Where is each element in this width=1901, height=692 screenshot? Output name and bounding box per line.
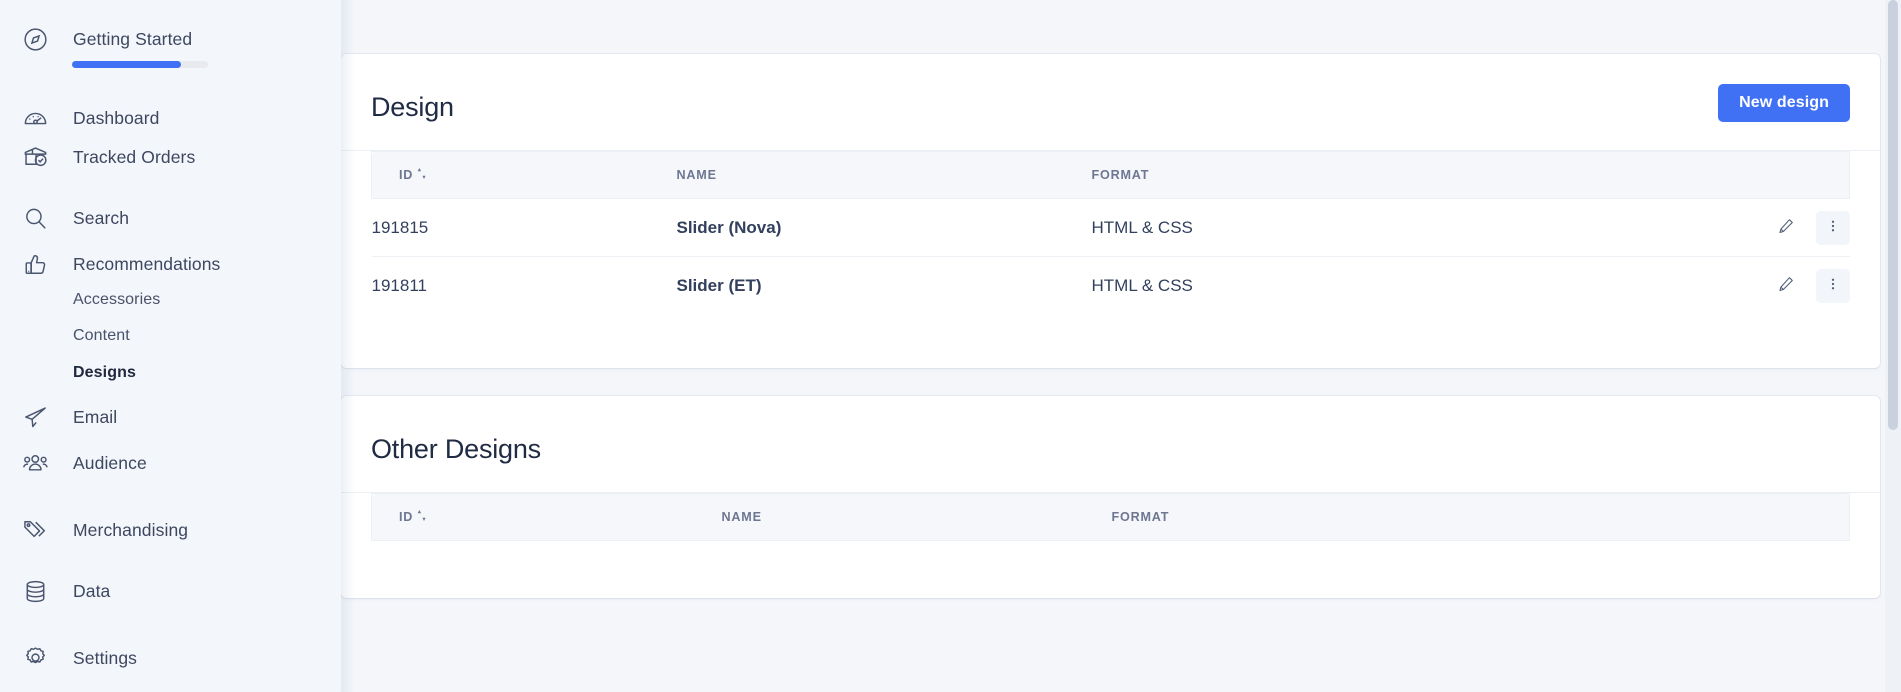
more-options-button[interactable] — [1815, 210, 1850, 245]
table-header-row: ID NAME FORMAT — [371, 493, 1850, 541]
more-options-button[interactable] — [1815, 268, 1850, 303]
sidebar-item-audience[interactable]: Audience — [0, 446, 341, 480]
column-header-name-label: NAME — [721, 510, 762, 524]
sidebar-item-label: Tracked Orders — [73, 146, 196, 167]
sidebar-item-label: Content — [73, 327, 130, 344]
search-icon — [20, 203, 50, 233]
kebab-menu-icon — [1825, 276, 1841, 295]
sidebar-item-tracked-orders[interactable]: Tracked Orders — [0, 140, 341, 174]
sidebar-item-designs[interactable]: Designs — [0, 356, 341, 390]
column-header-actions — [1611, 151, 1850, 199]
package-check-icon — [20, 142, 50, 172]
column-header-id[interactable]: ID — [371, 151, 677, 199]
column-header-format-label: FORMAT — [1111, 510, 1170, 524]
new-design-button[interactable]: New design — [1718, 84, 1850, 122]
sidebar-item-label: Accessories — [73, 291, 161, 308]
column-header-id[interactable]: ID — [371, 493, 722, 541]
column-header-format[interactable]: FORMAT — [1091, 151, 1612, 199]
cell-id: 191811 — [371, 275, 427, 295]
cell-actions — [1612, 257, 1850, 315]
sidebar-item-dashboard[interactable]: Dashboard — [0, 101, 341, 135]
scrollbar-thumb[interactable] — [1888, 0, 1898, 430]
thumbs-up-icon — [20, 249, 50, 279]
main-content: Design New design ID NAME FORMAT 191815 … — [341, 0, 1901, 692]
other-designs-card-header: Other Designs — [341, 396, 1880, 493]
sidebar-item-email[interactable]: Email — [0, 400, 341, 434]
sidebar-item-data[interactable]: Data — [0, 574, 341, 608]
design-table: ID NAME FORMAT 191815 Slider (Nova) HTML… — [371, 151, 1850, 315]
gear-icon — [20, 643, 50, 673]
table-row[interactable]: 191815 Slider (Nova) HTML & CSS — [371, 198, 1850, 257]
sidebar-item-label: Recommendations — [73, 253, 221, 274]
other-designs-title: Other Designs — [371, 434, 541, 464]
page-scrollbar[interactable] — [1885, 0, 1901, 692]
design-table-body: 191815 Slider (Nova) HTML & CSS 191811 S… — [371, 198, 1850, 315]
sidebar-item-label: Data — [73, 580, 111, 601]
edit-design-button[interactable] — [1769, 269, 1803, 303]
design-table-wrapper: ID NAME FORMAT 191815 Slider (Nova) HTML… — [341, 151, 1880, 315]
sidebar-item-label: Dashboard — [73, 107, 160, 128]
cell-actions — [1611, 198, 1850, 257]
pencil-icon — [1777, 217, 1795, 238]
sort-arrows-icon[interactable] — [417, 509, 426, 525]
sidebar-item-accessories[interactable]: Accessories — [0, 283, 341, 317]
progress-fill — [72, 61, 181, 68]
paper-plane-icon — [20, 402, 50, 432]
column-header-name[interactable]: NAME — [676, 151, 1092, 199]
sidebar-item-label: Settings — [73, 647, 138, 668]
sidebar-item-getting-started[interactable]: Getting Started — [0, 22, 341, 56]
other-designs-table: ID NAME FORMAT — [371, 493, 1850, 541]
kebab-menu-icon — [1825, 218, 1841, 237]
cell-id: 191815 — [371, 198, 677, 257]
column-header-name[interactable]: NAME — [721, 493, 1112, 541]
sidebar-item-search[interactable]: Search — [0, 201, 341, 235]
people-group-icon — [20, 448, 50, 478]
getting-started-progress-bar — [72, 61, 208, 68]
table-row[interactable]: 191811 Slider (ET) HTML & CSS — [372, 257, 1850, 315]
table-header-row: ID NAME FORMAT — [371, 151, 1850, 199]
sidebar-item-label: Getting Started — [73, 28, 193, 49]
column-header-format[interactable]: FORMAT — [1111, 493, 1592, 541]
sidebar-item-settings[interactable]: Settings — [0, 641, 341, 675]
edit-design-button[interactable] — [1769, 211, 1803, 245]
cell-name: Slider (ET) — [676, 275, 762, 295]
sidebar-item-label: Merchandising — [73, 519, 189, 540]
sidebar-item-label: Search — [73, 207, 130, 228]
sort-arrows-icon[interactable] — [417, 167, 426, 183]
other-designs-table-wrapper: ID NAME FORMAT — [341, 493, 1880, 541]
sidebar-item-merchandising[interactable]: Merchandising — [0, 513, 341, 547]
column-header-id-label: ID — [399, 168, 414, 182]
pencil-icon — [1777, 275, 1795, 296]
compass-icon — [20, 24, 50, 54]
dashboard-gauge-icon — [20, 103, 50, 133]
other-designs-table-head: ID NAME FORMAT — [371, 493, 1850, 541]
cell-format: HTML & CSS — [1091, 198, 1612, 257]
sidebar-item-recommendations[interactable]: Recommendations — [0, 247, 341, 281]
sidebar-item-label: Email — [73, 406, 118, 427]
sidebar: Getting Started Dashboard Tracked Orders… — [0, 0, 341, 692]
other-designs-card: Other Designs ID NAME FORMAT — [341, 396, 1880, 598]
database-icon — [20, 576, 50, 606]
column-header-id-label: ID — [399, 510, 414, 524]
sidebar-item-label: Audience — [73, 452, 147, 473]
cell-format: HTML & CSS — [1091, 275, 1193, 295]
page-title: Design — [371, 92, 454, 122]
design-card: Design New design ID NAME FORMAT 191815 … — [341, 54, 1880, 368]
cell-name: Slider (Nova) — [676, 198, 1092, 257]
design-table-head: ID NAME FORMAT — [371, 151, 1850, 199]
column-header-actions — [1591, 493, 1850, 541]
sidebar-item-content[interactable]: Content — [0, 319, 341, 353]
column-header-name-label: NAME — [676, 168, 717, 182]
design-card-header: Design New design — [341, 54, 1880, 151]
sidebar-item-label: Designs — [73, 364, 136, 381]
tags-icon — [20, 515, 50, 545]
column-header-format-label: FORMAT — [1091, 168, 1150, 182]
